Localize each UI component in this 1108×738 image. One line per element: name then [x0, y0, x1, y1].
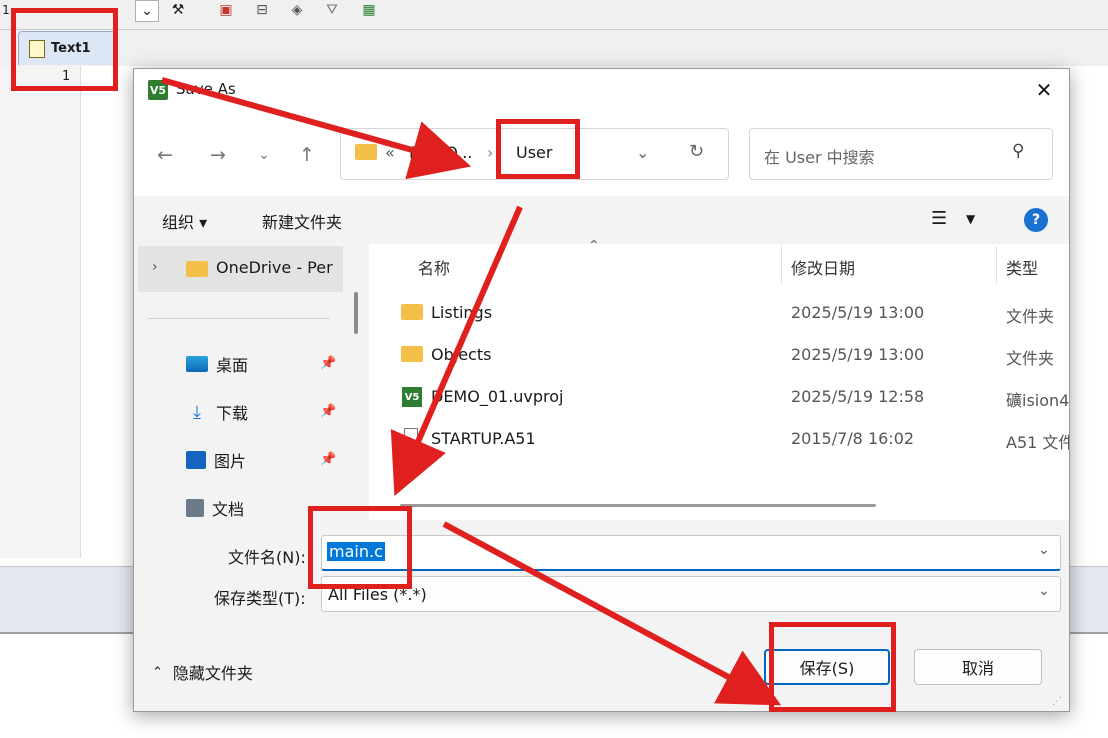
annotation-arrow [442, 521, 782, 706]
annotation-arrows [161, 77, 782, 706]
annotation-arrow [161, 77, 472, 180]
annotation-arrow [390, 205, 523, 497]
